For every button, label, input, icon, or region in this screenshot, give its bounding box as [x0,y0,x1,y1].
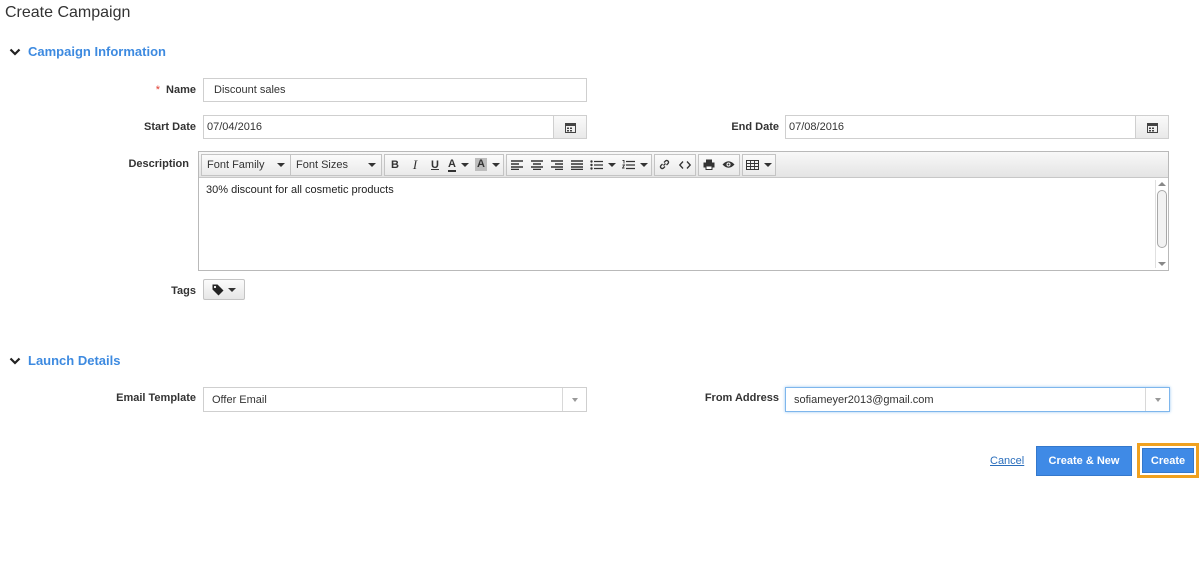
dropdown-arrow-icon [562,388,586,411]
start-date-label: Start Date [144,121,196,133]
caret-down-icon [228,287,236,292]
table-icon [745,159,759,170]
start-date-picker-button[interactable] [554,115,587,139]
eye-icon [722,161,735,168]
tags-dropdown-button[interactable] [203,279,245,300]
section-title: Launch Details [28,353,121,368]
numbered-list-icon [621,159,635,169]
background-color-icon: A [474,158,487,171]
email-template-label: Email Template [116,392,196,404]
caret-down-icon [368,162,376,167]
create-button-highlight: Create [1137,443,1199,478]
insert-table-button[interactable] [743,155,775,175]
scrollbar-thumb[interactable] [1157,190,1167,248]
scroll-up-icon [1158,182,1166,186]
calendar-icon [1146,122,1158,133]
align-right-icon [550,159,563,170]
italic-button[interactable]: I [405,155,425,175]
page-title: Create Campaign [5,4,131,21]
print-button[interactable] [699,155,719,175]
start-date-field[interactable]: 07/04/2016 [203,115,587,139]
background-color-button[interactable]: A [472,155,503,175]
calendar-icon [564,122,576,133]
from-address-select[interactable]: sofiameyer2013@gmail.com [785,387,1170,412]
description-editor: Font Family Font Sizes B I U A A 30% dis… [198,151,1169,271]
cancel-link[interactable]: Cancel [990,455,1024,467]
caret-down-icon [460,162,469,167]
email-template-select[interactable]: Offer Email [203,387,587,412]
create-button[interactable]: Create [1142,448,1194,473]
description-textarea[interactable]: 30% discount for all cosmetic products [199,178,1168,270]
align-center-icon [530,159,543,170]
chevron-down-icon [9,357,21,365]
description-content: 30% discount for all cosmetic products [206,184,394,196]
dropdown-arrow-icon [1145,388,1169,411]
align-left-icon [510,159,523,170]
caret-down-icon [639,162,648,167]
from-address-label: From Address [704,392,779,404]
caret-down-icon [491,162,500,167]
underline-button[interactable]: U [425,155,445,175]
scroll-down-icon [1158,262,1166,266]
from-address-value: sofiameyer2013@gmail.com [794,393,934,406]
print-icon [703,159,715,170]
text-color-icon: A [448,157,456,172]
align-justify-button[interactable] [567,155,587,175]
bullet-list-button[interactable] [587,155,619,175]
font-family-select[interactable]: Font Family [201,153,291,176]
align-center-button[interactable] [527,155,547,175]
font-sizes-label: Font Sizes [296,158,348,171]
description-label: Description [128,158,189,170]
end-date-field[interactable]: 07/08/2016 [785,115,1169,139]
caret-down-icon [763,162,772,167]
code-icon [678,160,691,169]
code-view-button[interactable] [675,155,695,175]
caret-down-icon [607,162,616,167]
end-date-picker-button[interactable] [1136,115,1169,139]
name-input[interactable]: Discount sales [203,78,587,102]
link-icon [660,159,670,170]
create-and-new-button[interactable]: Create & New [1036,446,1132,476]
name-label: * Name [100,84,196,96]
font-sizes-select[interactable]: Font Sizes [290,153,382,176]
align-justify-icon [570,159,583,170]
text-color-button[interactable]: A [445,155,472,175]
bold-button[interactable]: B [385,155,405,175]
section-title: Campaign Information [28,44,166,59]
insert-link-button[interactable] [655,155,675,175]
end-date-label: End Date [731,121,779,133]
section-campaign-information[interactable]: Campaign Information [9,44,166,59]
required-mark: * [155,84,161,96]
numbered-list-button[interactable] [619,155,651,175]
section-launch-details[interactable]: Launch Details [9,353,120,368]
editor-toolbar: Font Family Font Sizes B I U A A [199,152,1168,178]
tags-label: Tags [171,285,196,297]
caret-down-icon [277,162,285,167]
align-left-button[interactable] [507,155,527,175]
font-family-label: Font Family [207,158,265,171]
bullet-list-icon [590,159,603,170]
start-date-input[interactable]: 07/04/2016 [203,115,554,139]
email-template-value: Offer Email [212,393,267,406]
tag-icon [212,284,224,295]
chevron-down-icon [9,48,21,56]
editor-scrollbar[interactable] [1155,180,1167,268]
end-date-input[interactable]: 07/08/2016 [785,115,1136,139]
preview-button[interactable] [719,155,739,175]
name-label-text: Name [166,84,196,96]
align-right-button[interactable] [547,155,567,175]
